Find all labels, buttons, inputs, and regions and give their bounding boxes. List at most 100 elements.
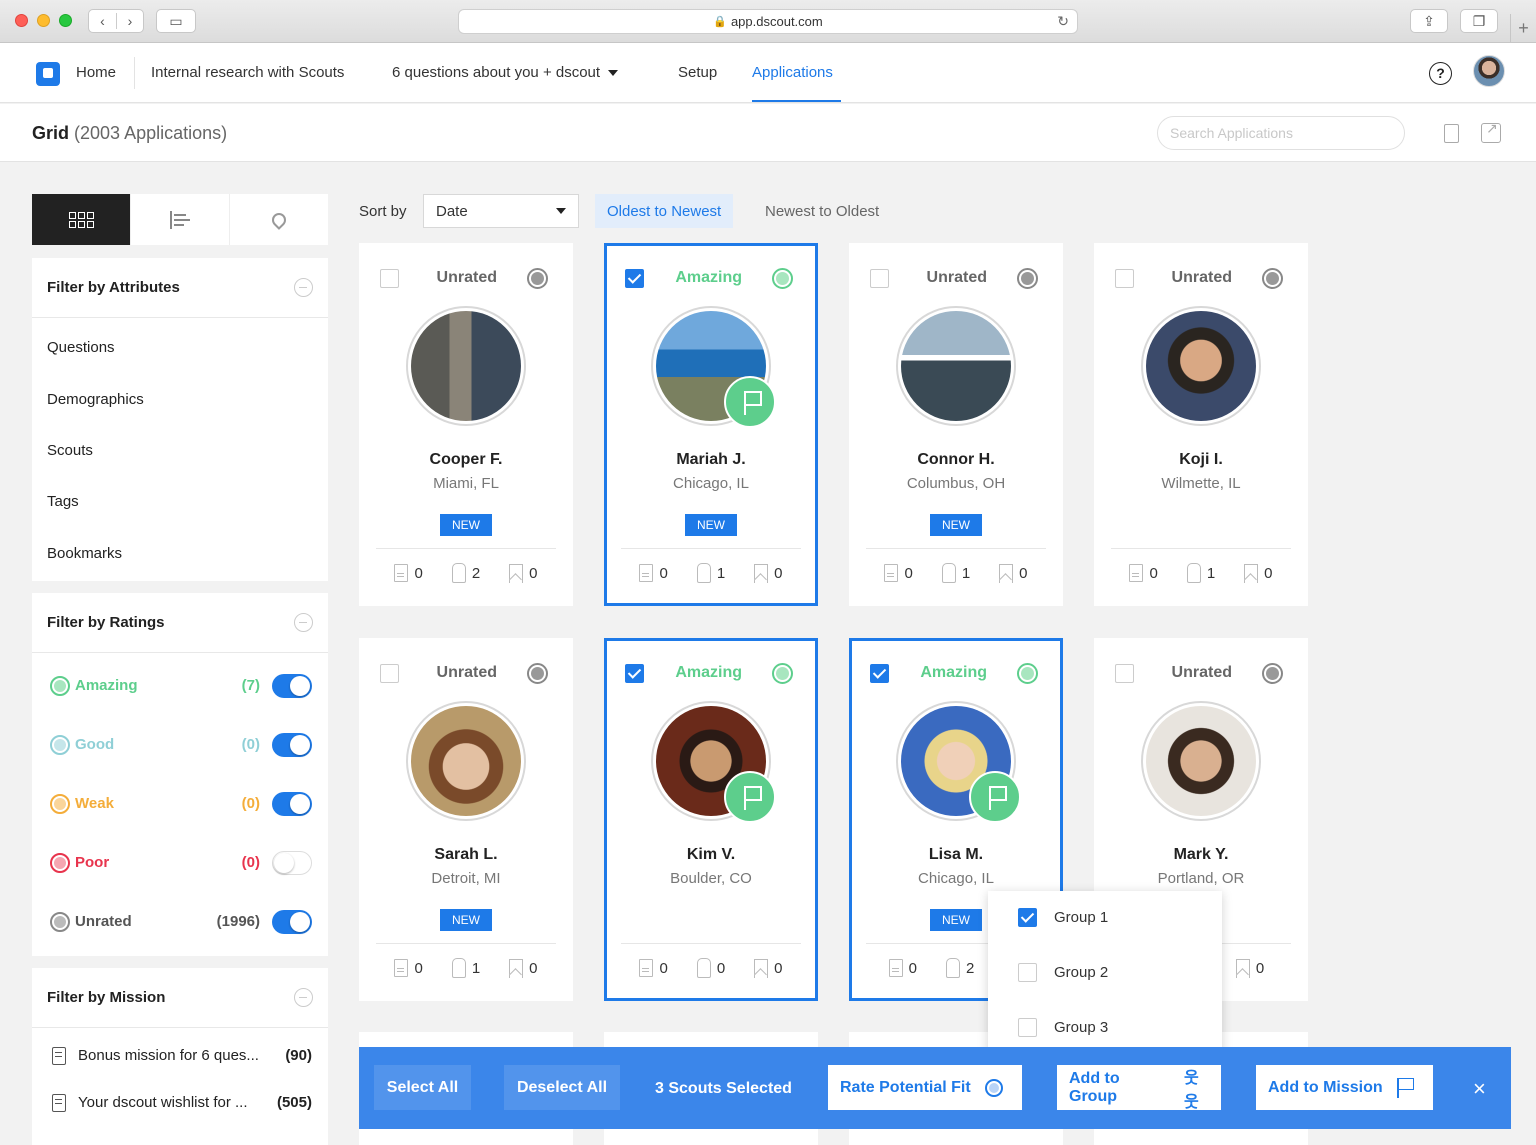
scout-avatar[interactable] xyxy=(1141,306,1261,426)
group-option[interactable]: Group 1 xyxy=(1018,906,1108,928)
forward-icon[interactable]: › xyxy=(115,13,143,29)
group-checkbox[interactable] xyxy=(1018,907,1037,927)
rating-circle-icon[interactable] xyxy=(527,268,548,289)
scout-card[interactable]: Unrated Connor H. Columbus, OH NEW 0 1 0 xyxy=(849,243,1063,606)
export-icon[interactable] xyxy=(1481,120,1501,143)
scout-select-checkbox[interactable] xyxy=(1115,269,1134,288)
mission-item[interactable]: Your dscout wishlist for ... (505) xyxy=(32,1079,328,1126)
new-tab-icon[interactable]: + xyxy=(1510,14,1536,43)
sidebar-toggle-icon[interactable]: ▭ xyxy=(156,9,196,33)
scout-avatar[interactable] xyxy=(406,306,526,426)
rating-circle-icon[interactable] xyxy=(527,663,548,684)
scout-select-checkbox[interactable] xyxy=(870,269,889,288)
minimize-window-button[interactable] xyxy=(37,14,50,27)
entries-icon xyxy=(888,959,903,977)
tags-icon xyxy=(451,563,466,583)
stat-count: 0 xyxy=(659,959,668,977)
scout-select-checkbox[interactable] xyxy=(380,269,399,288)
add-to-group-button[interactable]: Add to Group 웃웃 xyxy=(1057,1065,1221,1111)
scout-card[interactable]: Unrated Koji I. Wilmette, IL 0 1 0 xyxy=(1094,243,1308,606)
rating-filter-toggle[interactable] xyxy=(272,732,312,757)
collapse-icon[interactable] xyxy=(294,613,313,632)
rating-circle-icon[interactable] xyxy=(772,663,793,684)
group-option[interactable]: Group 2 xyxy=(1018,961,1108,983)
filter-item-scouts[interactable]: Scouts xyxy=(32,425,328,476)
back-icon[interactable]: ‹ xyxy=(89,13,116,29)
stat-count: 0 xyxy=(774,959,783,977)
tabs-overview-icon[interactable]: ❐ xyxy=(1460,9,1498,33)
reload-icon[interactable]: ↻ xyxy=(1057,13,1069,30)
deselect-all-button[interactable]: Deselect All xyxy=(504,1065,620,1110)
map-view-button[interactable] xyxy=(229,194,328,245)
close-window-button[interactable] xyxy=(15,14,28,27)
rating-circle-icon[interactable] xyxy=(1262,268,1283,289)
select-all-button[interactable]: Select All xyxy=(374,1065,471,1110)
filter-ratings-header[interactable]: Filter by Ratings xyxy=(32,593,328,653)
filter-mission-header[interactable]: Filter by Mission xyxy=(32,968,328,1028)
group-checkbox[interactable] xyxy=(1018,1017,1037,1037)
dscout-logo[interactable] xyxy=(36,62,60,86)
filter-item-demographics[interactable]: Demographics xyxy=(32,373,328,424)
scout-card[interactable]: Unrated Cooper F. Miami, FL NEW 0 2 0 xyxy=(359,243,573,606)
rating-filter-toggle[interactable] xyxy=(272,791,312,816)
group-checkbox[interactable] xyxy=(1018,962,1037,982)
rating-circle-icon[interactable] xyxy=(1017,268,1038,289)
mission-item[interactable]: Bonus mission for 6 ques... (90) xyxy=(32,1032,328,1079)
grid-view-button[interactable] xyxy=(32,194,130,245)
zoom-window-button[interactable] xyxy=(59,14,72,27)
scout-select-checkbox[interactable] xyxy=(625,664,644,683)
scout-select-checkbox[interactable] xyxy=(1115,664,1134,683)
filter-attributes-header[interactable]: Filter by Attributes xyxy=(32,258,328,318)
rating-filter-toggle[interactable] xyxy=(272,850,312,875)
rating-dot-icon xyxy=(50,675,70,696)
rating-filter-toggle[interactable] xyxy=(272,673,312,698)
user-avatar[interactable] xyxy=(1473,55,1505,87)
list-view-button[interactable] xyxy=(130,194,229,245)
group-option[interactable]: Group 3 xyxy=(1018,1016,1108,1038)
collapse-icon[interactable] xyxy=(294,988,313,1007)
filter-item-questions[interactable]: Questions xyxy=(32,322,328,373)
scout-rating-label: Unrated xyxy=(926,269,987,286)
sort-select[interactable]: Date xyxy=(423,194,579,228)
scout-avatar[interactable] xyxy=(1141,701,1261,821)
entries-icon xyxy=(1129,564,1144,582)
scout-select-checkbox[interactable] xyxy=(380,664,399,683)
nav-project[interactable]: Internal research with Scouts xyxy=(151,64,344,81)
stat-count: 1 xyxy=(716,564,726,582)
help-icon[interactable]: ? xyxy=(1429,62,1452,85)
nav-setup[interactable]: Setup xyxy=(678,64,717,81)
rating-circle-icon[interactable] xyxy=(772,268,793,289)
rate-potential-fit-button[interactable]: Rate Potential Fit xyxy=(828,1065,1022,1110)
scout-card[interactable]: Unrated Sarah L. Detroit, MI NEW 0 1 0 xyxy=(359,638,573,1001)
mission-document-icon xyxy=(52,1093,66,1112)
collapse-icon[interactable] xyxy=(294,278,313,297)
scout-avatar[interactable] xyxy=(896,306,1016,426)
filter-item-bookmarks[interactable]: Bookmarks xyxy=(32,528,328,579)
share-icon[interactable]: ⇪ xyxy=(1410,9,1448,33)
oldest-to-newest-button[interactable]: Oldest to Newest xyxy=(595,194,734,228)
search-applications-input[interactable] xyxy=(1157,116,1405,150)
close-icon[interactable]: × xyxy=(1473,1076,1486,1102)
newest-to-oldest-button[interactable]: Newest to Oldest xyxy=(753,194,891,228)
stat-entries: 0 xyxy=(394,563,423,583)
group-option-label: Group 1 xyxy=(1054,908,1109,926)
browser-toolbar: ‹ › ▭ 🔒 app.dscout.com ↻ ⇪ ❐ + xyxy=(0,0,1536,43)
scout-avatar[interactable] xyxy=(406,701,526,821)
scout-select-checkbox[interactable] xyxy=(625,269,644,288)
scout-card-content: Unrated Koji I. Wilmette, IL 0 1 0 xyxy=(1094,243,1308,606)
nav-mission-dropdown[interactable]: 6 questions about you + dscout xyxy=(392,64,619,81)
scout-select-checkbox[interactable] xyxy=(870,664,889,683)
scout-card[interactable]: Amazing Kim V. Boulder, CO 0 0 0 xyxy=(604,638,818,1001)
mission-flag-icon xyxy=(724,376,776,428)
filter-item-tags[interactable]: Tags xyxy=(32,476,328,527)
add-to-mission-button[interactable]: Add to Mission xyxy=(1256,1065,1433,1110)
rating-circle-icon[interactable] xyxy=(1262,663,1283,684)
nav-home[interactable]: Home xyxy=(76,64,116,81)
rating-filter-amazing: Amazing (7) xyxy=(32,656,328,715)
nav-applications[interactable]: Applications xyxy=(752,64,833,81)
rating-filter-toggle[interactable] xyxy=(272,909,312,934)
rating-circle-icon[interactable] xyxy=(1017,663,1038,684)
document-icon[interactable] xyxy=(1444,124,1459,143)
scout-card[interactable]: Amazing Mariah J. Chicago, IL NEW 0 1 0 xyxy=(604,243,818,606)
address-bar[interactable]: 🔒 app.dscout.com ↻ xyxy=(458,9,1078,34)
